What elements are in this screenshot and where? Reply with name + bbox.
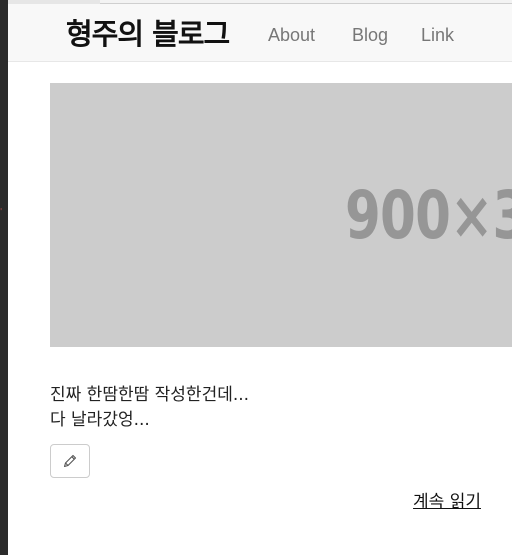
site-brand-link[interactable]: 형주의 블로그 [66,14,230,54]
excerpt-line: 진짜 한땀한땀 작성한건데... [50,385,250,405]
nav-link-about[interactable]: About [268,23,315,47]
nav-link-link[interactable]: Link [421,23,454,47]
browser-viewport: 형주의 블로그 About Blog Link 900×300 진짜 한땀한땀 … [8,0,512,555]
edge-marker: ' [0,207,3,216]
read-more-link[interactable]: 계속 읽기 [413,490,481,514]
navbar: 형주의 블로그 About Blog Link [8,4,512,62]
excerpt-line: 다 날라갔엉... [50,410,150,430]
pencil-icon [62,453,78,469]
nav-link-blog[interactable]: Blog [352,23,388,47]
thumbnail-placeholder-text: 900×300 [345,177,512,254]
post-excerpt: 진짜 한땀한땀 작성한건데... 다 날라갔엉... [50,383,430,433]
edit-post-button[interactable] [50,444,90,478]
post-thumbnail[interactable]: 900×300 [50,83,512,347]
adjacent-window-edge: ' [0,0,8,555]
page: ' 형주의 블로그 About Blog Link 900×300 진짜 한땀한… [0,0,512,555]
